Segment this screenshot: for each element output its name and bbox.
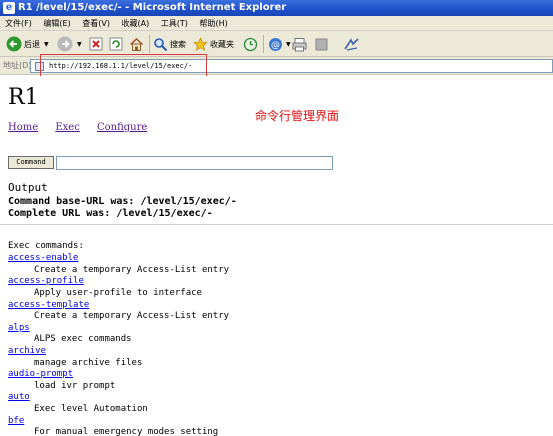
- messenger-button[interactable]: [343, 35, 360, 53]
- command-desc: Apply user-profile to interface: [34, 288, 202, 298]
- menu-tools[interactable]: 工具(T): [157, 16, 192, 31]
- command-link-archive[interactable]: archive: [8, 346, 46, 356]
- messenger-icon: [344, 37, 359, 51]
- output-heading: Output: [8, 181, 48, 194]
- menu-help[interactable]: 帮助(H): [195, 16, 231, 31]
- stop-button[interactable]: [89, 35, 103, 53]
- favorites-button[interactable]: 收藏夹: [193, 35, 234, 53]
- command-link-bfe[interactable]: bfe: [8, 416, 24, 426]
- mail-dropdown-icon[interactable]: ▼: [286, 41, 291, 48]
- configure-link[interactable]: Configure: [97, 122, 147, 133]
- history-icon: [243, 37, 258, 51]
- mail-button[interactable]: @ ▼: [268, 35, 291, 53]
- search-icon: [154, 37, 168, 51]
- menu-edit[interactable]: 编辑(E): [39, 16, 74, 31]
- menu-file[interactable]: 文件(F): [1, 16, 36, 31]
- edit-button[interactable]: [315, 35, 328, 53]
- forward-arrow-icon: [57, 36, 73, 52]
- command-link-auto[interactable]: auto: [8, 392, 30, 402]
- page-title: R1: [8, 85, 39, 110]
- command-link-access-template[interactable]: access-template: [8, 300, 89, 310]
- exec-commands-heading: Exec commands:: [8, 241, 84, 251]
- back-dropdown-icon[interactable]: ▼: [44, 41, 49, 48]
- search-button[interactable]: 搜索: [153, 35, 186, 53]
- edit-page-icon: [315, 38, 328, 50]
- print-button[interactable]: [292, 35, 307, 53]
- command-input[interactable]: [56, 156, 333, 170]
- command-link-alps[interactable]: alps: [8, 323, 30, 333]
- menu-view[interactable]: 查看(V): [78, 16, 114, 31]
- menu-bar: 文件(F) 编辑(E) 查看(V) 收藏(A) 工具(T) 帮助(H): [0, 16, 553, 31]
- command-link-audio-prompt[interactable]: audio-prompt: [8, 369, 73, 379]
- home-icon: [129, 37, 144, 51]
- home-button[interactable]: [129, 35, 144, 53]
- annotation-label: 命令行管理界面: [255, 109, 340, 123]
- history-button[interactable]: [243, 35, 258, 53]
- command-desc: For manual emergency modes setting: [34, 427, 219, 436]
- forward-button[interactable]: ▼: [57, 35, 82, 53]
- back-button[interactable]: 后退 ▼: [6, 35, 49, 53]
- back-arrow-icon: [6, 36, 22, 52]
- printer-icon: [292, 37, 307, 51]
- favorites-star-icon: [193, 36, 208, 51]
- stop-icon: [89, 37, 103, 51]
- output-line-base-url: Command base-URL was: /level/15/exec/-: [8, 196, 237, 207]
- search-label: 搜索: [170, 39, 186, 49]
- address-label: 地址(D): [3, 61, 32, 70]
- ie-icon: e: [3, 2, 15, 14]
- command-desc: manage archive files: [34, 358, 143, 368]
- command-desc: ALPS exec commands: [34, 334, 132, 344]
- home-link[interactable]: Home: [8, 122, 38, 133]
- command-desc: Create a temporary Access-List entry: [34, 311, 230, 321]
- favorites-label: 收藏夹: [210, 39, 234, 49]
- back-label: 后退: [24, 39, 40, 49]
- command-desc: load ivr prompt: [34, 381, 116, 391]
- output-line-complete-url: Complete URL was: /level/15/exec/-: [8, 208, 213, 219]
- command-link-access-enable[interactable]: access-enable: [8, 253, 78, 263]
- command-desc: Exec level Automation: [34, 404, 148, 414]
- command-desc: Create a temporary Access-List entry: [34, 265, 230, 275]
- command-link-access-profile[interactable]: access-profile: [8, 276, 84, 286]
- nav-links: Home Exec Configure: [8, 122, 161, 133]
- forward-dropdown-icon[interactable]: ▼: [77, 41, 82, 48]
- menu-favorites[interactable]: 收藏(A): [118, 16, 154, 31]
- refresh-button[interactable]: [109, 35, 123, 53]
- svg-text:@: @: [271, 40, 280, 50]
- divider: [0, 224, 553, 225]
- window-title: R1 /level/15/exec/- - Microsoft Internet…: [18, 2, 287, 13]
- window-title-bar[interactable]: e R1 /level/15/exec/- - Microsoft Intern…: [0, 0, 553, 16]
- page-content: R1 命令行管理界面 Home Exec Configure Command O…: [0, 76, 553, 436]
- command-button[interactable]: Command: [8, 156, 54, 169]
- mail-icon: @: [269, 37, 282, 51]
- exec-link[interactable]: Exec: [55, 122, 79, 133]
- url-highlight-box: [40, 54, 207, 77]
- refresh-icon: [109, 37, 123, 51]
